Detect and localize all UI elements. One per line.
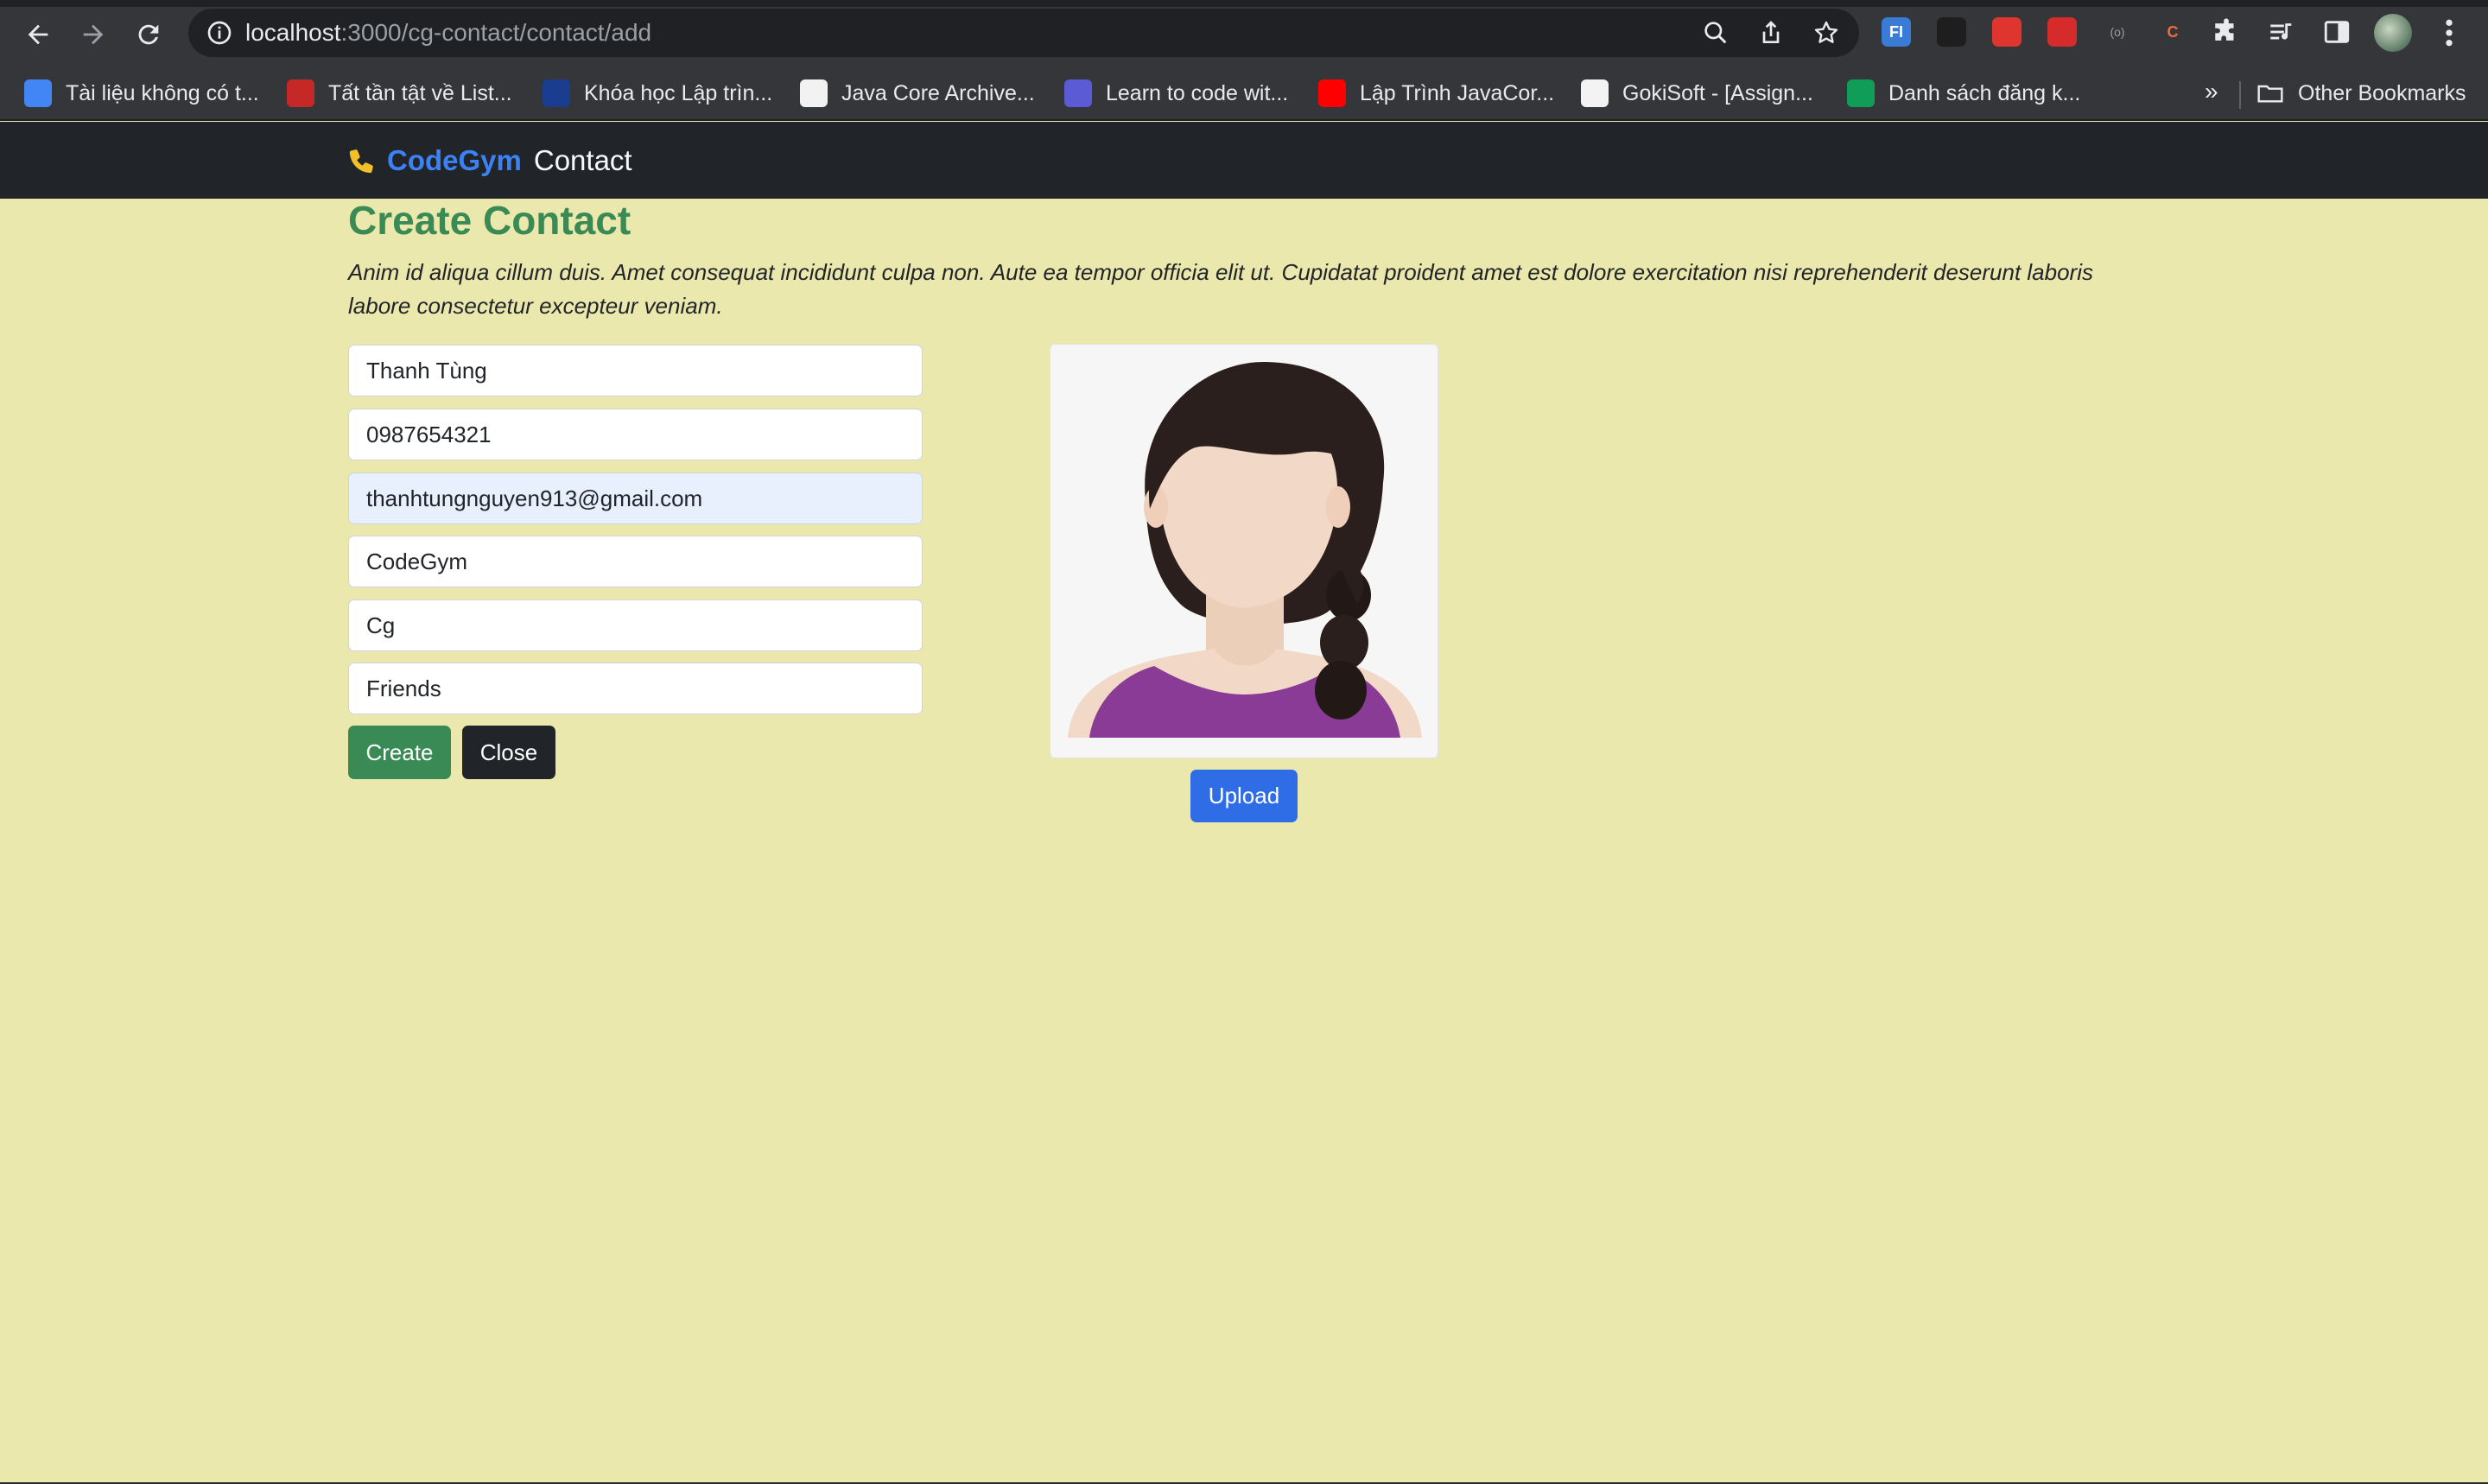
bookmark-star-icon[interactable] bbox=[1812, 19, 1840, 47]
avatar-image bbox=[1068, 361, 1422, 738]
forward-button[interactable] bbox=[74, 16, 112, 54]
name-input[interactable] bbox=[348, 345, 923, 396]
youtube-icon bbox=[1318, 79, 1346, 107]
short-name-input[interactable] bbox=[348, 599, 923, 651]
bookmark-label: Khóa học Lập trìn... bbox=[584, 80, 773, 105]
bookmark-label: Tài liệu không có t... bbox=[66, 80, 259, 105]
extension-3-icon[interactable] bbox=[1992, 17, 2022, 47]
browser-toolbar: localhost:3000/cg-contact/contact/add FI… bbox=[0, 0, 2488, 66]
code-icon bbox=[1064, 79, 1092, 107]
back-button[interactable] bbox=[19, 16, 57, 54]
back-arrow-icon bbox=[28, 24, 48, 45]
bookmark-label: Tất tần tật về List... bbox=[328, 80, 512, 105]
reading-list-icon[interactable] bbox=[2267, 17, 2296, 47]
company-input[interactable] bbox=[348, 536, 923, 587]
tab-strip bbox=[0, 0, 2488, 7]
avatar-preview bbox=[1050, 344, 1438, 758]
site-info-icon[interactable] bbox=[206, 19, 233, 47]
extension-4-icon[interactable] bbox=[2047, 17, 2077, 47]
fi-extension-icon[interactable]: FI bbox=[1882, 17, 1911, 47]
email-input[interactable] bbox=[348, 472, 923, 524]
sheets-icon bbox=[1847, 79, 1875, 107]
bookmark-item[interactable]: Lập Trình JavaCor... bbox=[1318, 76, 1554, 111]
list-icon bbox=[287, 79, 314, 107]
profile-avatar[interactable] bbox=[2374, 14, 2412, 52]
extension-5-icon[interactable]: (o) bbox=[2103, 17, 2132, 47]
bookmark-label: Java Core Archive... bbox=[841, 80, 1035, 105]
extension-6-icon[interactable]: C bbox=[2158, 17, 2187, 47]
create-button[interactable]: Create bbox=[348, 726, 451, 779]
bookmark-item[interactable]: Tài liệu không có t... bbox=[24, 76, 259, 111]
page-title: Create Contact bbox=[348, 198, 632, 243]
reload-icon bbox=[138, 24, 159, 45]
phone-input[interactable] bbox=[348, 409, 923, 460]
bookmark-item[interactable]: Learn to code wit... bbox=[1064, 76, 1288, 111]
docs-icon bbox=[24, 79, 52, 107]
forward-arrow-icon bbox=[83, 24, 104, 45]
bookmark-label: Learn to code wit... bbox=[1106, 80, 1289, 105]
brand-subtitle: Contact bbox=[533, 143, 632, 176]
more-bookmarks-button[interactable]: » bbox=[2205, 78, 2218, 105]
url-text[interactable]: localhost:3000/cg-contact/contact/add bbox=[245, 9, 651, 57]
address-bar[interactable]: localhost:3000/cg-contact/contact/add bbox=[188, 9, 1859, 57]
url-host: localhost bbox=[245, 19, 341, 46]
bookmark-item[interactable]: Tất tần tật về List... bbox=[287, 76, 512, 111]
bookmark-item[interactable]: GokiSoft - [Assign... bbox=[1581, 76, 1813, 111]
other-bookmarks-label: Other Bookmarks bbox=[2298, 80, 2466, 105]
more-menu-icon[interactable] bbox=[2436, 16, 2462, 50]
bookmark-label: GokiSoft - [Assign... bbox=[1622, 80, 1813, 105]
zoom-icon[interactable] bbox=[1702, 19, 1730, 47]
page-description: Anim id aliqua cillum duis. Amet consequ… bbox=[348, 259, 2093, 319]
bookmark-item[interactable]: Java Core Archive... bbox=[800, 76, 1035, 111]
bookmark-label: Danh sách đăng k... bbox=[1888, 80, 2081, 105]
group-input[interactable] bbox=[348, 663, 923, 714]
bookmarks-divider bbox=[2239, 81, 2241, 109]
bookmark-label: Lập Trình JavaCor... bbox=[1360, 80, 1555, 105]
upload-button[interactable]: Upload bbox=[1190, 770, 1298, 822]
other-bookmarks[interactable]: Other Bookmarks bbox=[2256, 76, 2466, 111]
extensions-puzzle-icon[interactable] bbox=[2212, 17, 2241, 47]
course-icon bbox=[543, 79, 570, 107]
close-button[interactable]: Close bbox=[462, 726, 555, 779]
bookmark-item[interactable]: Danh sách đăng k... bbox=[1847, 76, 2080, 111]
gokisoft-icon bbox=[1581, 79, 1609, 107]
share-icon[interactable] bbox=[1757, 19, 1785, 47]
url-path: :3000/cg-contact/contact/add bbox=[340, 19, 652, 46]
java-icon bbox=[800, 79, 828, 107]
brand-name: CodeGym bbox=[387, 143, 522, 176]
bookmarks-bar: Tài liệu không có t... Tất tần tật về Lis… bbox=[0, 66, 2488, 121]
extension-2-icon[interactable] bbox=[1937, 17, 1966, 47]
phone-icon bbox=[349, 149, 373, 173]
folder-icon bbox=[2257, 85, 2283, 103]
app-navbar: CodeGym Contact bbox=[0, 122, 2488, 199]
side-panel-icon[interactable] bbox=[2322, 17, 2352, 47]
reload-button[interactable] bbox=[130, 16, 168, 54]
bookmark-item[interactable]: Khóa học Lập trìn... bbox=[543, 76, 772, 111]
navbar-brand[interactable]: CodeGym Contact bbox=[347, 122, 632, 199]
